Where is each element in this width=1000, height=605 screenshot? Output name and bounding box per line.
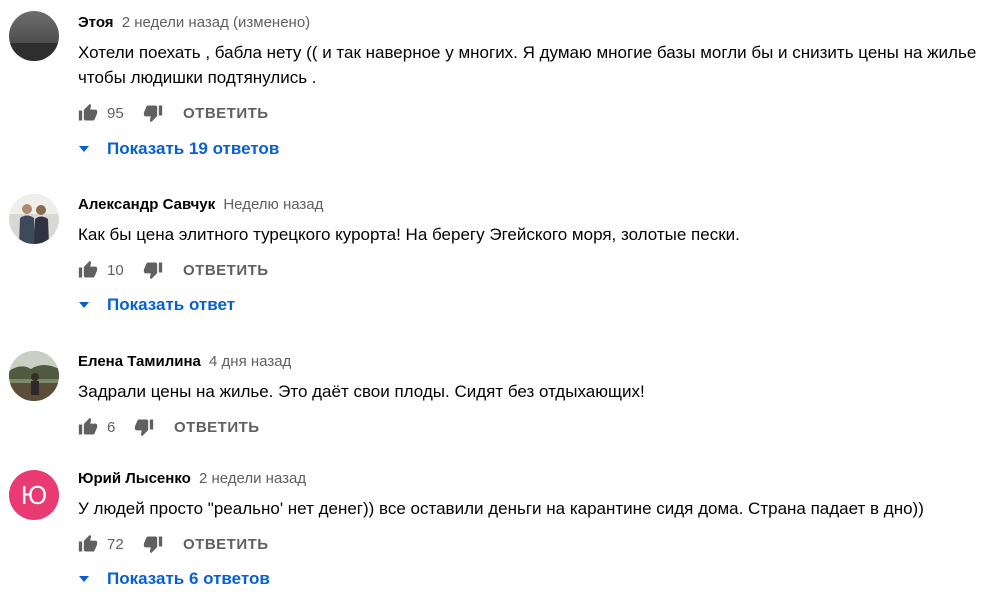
avatar[interactable] <box>9 194 59 244</box>
show-replies-label[interactable]: Показать 19 ответов <box>107 139 279 159</box>
thumb-up-icon[interactable] <box>78 417 98 437</box>
avatar[interactable] <box>9 351 59 401</box>
like-count: 95 <box>107 104 124 122</box>
reply-button[interactable]: ОТВЕТИТЬ <box>183 262 269 279</box>
comment-actions: 95 ОТВЕТИТЬ <box>78 101 269 125</box>
comment-text-line: Как бы цена элитного турецкого курорта! … <box>78 225 740 244</box>
comment-actions: 72 ОТВЕТИТЬ <box>78 532 269 556</box>
thumb-down-icon[interactable] <box>143 534 163 554</box>
comment-time[interactable]: 2 недели назад (изменено) <box>122 14 310 31</box>
show-replies-button[interactable]: Показать 19 ответов <box>78 137 279 161</box>
comment-text-line: чтобы людишки подтянулись . <box>78 68 317 87</box>
avatar[interactable]: Ю <box>9 470 59 520</box>
author-name[interactable]: Этоя <box>78 14 114 31</box>
caret-down-icon <box>79 576 89 582</box>
reply-button[interactable]: ОТВЕТИТЬ <box>183 105 269 122</box>
comment-time[interactable]: 4 дня назад <box>209 353 291 370</box>
show-replies-label[interactable]: Показать ответ <box>107 295 235 315</box>
comment-text: У людей просто "реально' нет денег)) все… <box>78 496 1000 521</box>
show-replies-label[interactable]: Показать 6 ответов <box>107 569 270 589</box>
thumb-down-icon[interactable] <box>143 260 163 280</box>
comment-text: Задрали цены на жилье. Это даёт свои пло… <box>78 379 1000 404</box>
author-name[interactable]: Александр Савчук <box>78 196 215 213</box>
show-replies-button[interactable]: Показать ответ <box>78 293 235 317</box>
caret-down-icon <box>79 302 89 308</box>
thumb-down-icon[interactable] <box>134 417 154 437</box>
avatar[interactable] <box>9 11 59 61</box>
comment-text-line: Задрали цены на жилье. Это даёт свои пло… <box>78 382 645 401</box>
thumb-up-icon[interactable] <box>78 260 98 280</box>
reply-button[interactable]: ОТВЕТИТЬ <box>174 419 260 436</box>
comment-text: Как бы цена элитного турецкого курорта! … <box>78 222 1000 247</box>
comment-header: Этоя 2 недели назад (изменено) <box>78 14 310 31</box>
like-count: 6 <box>107 418 116 436</box>
comment-text-line: У людей просто "реально' нет денег)) все… <box>78 499 924 518</box>
comment-actions: 6 ОТВЕТИТЬ <box>78 415 260 439</box>
comment-header: Юрий Лысенко 2 недели назад <box>78 470 306 487</box>
comment-time[interactable]: 2 недели назад <box>199 470 306 487</box>
author-name[interactable]: Юрий Лысенко <box>78 470 191 487</box>
comment-header: Александр Савчук Неделю назад <box>78 196 323 213</box>
thumb-up-icon[interactable] <box>78 103 98 123</box>
author-name[interactable]: Елена Тамилина <box>78 353 201 370</box>
thumb-up-icon[interactable] <box>78 534 98 554</box>
comment-header: Елена Тамилина 4 дня назад <box>78 353 291 370</box>
comment-text: Хотели поехать , бабла нету (( и так нав… <box>78 40 1000 90</box>
like-count: 72 <box>107 535 124 553</box>
comment-actions: 10 ОТВЕТИТЬ <box>78 258 269 282</box>
like-count: 10 <box>107 261 124 279</box>
comment-text-line: Хотели поехать , бабла нету (( и так нав… <box>78 43 977 62</box>
caret-down-icon <box>79 146 89 152</box>
show-replies-button[interactable]: Показать 6 ответов <box>78 567 270 591</box>
avatar-letter: Ю <box>20 479 48 510</box>
reply-button[interactable]: ОТВЕТИТЬ <box>183 536 269 553</box>
thumb-down-icon[interactable] <box>143 103 163 123</box>
comment-time[interactable]: Неделю назад <box>223 196 323 213</box>
